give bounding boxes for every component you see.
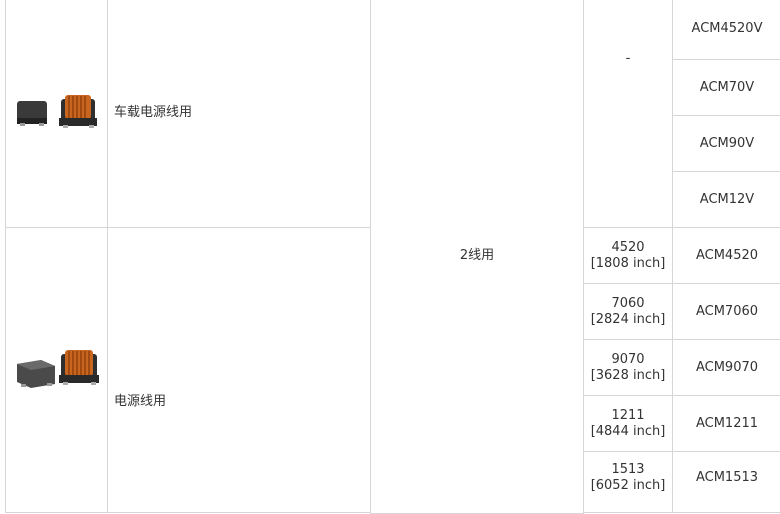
size-inch: [6052 inch] bbox=[590, 478, 666, 493]
size-inch: [2824 inch] bbox=[590, 311, 666, 327]
size-code: 1211 bbox=[611, 407, 645, 423]
size-cell: 1211 [4844 inch] bbox=[583, 395, 673, 452]
usage-label-automotive: 车载电源线用 bbox=[114, 105, 193, 120]
size-cell: 7060 [2824 inch] bbox=[583, 283, 673, 340]
line-count-label: 2线用 bbox=[459, 248, 495, 263]
model-cell: ACM1211 bbox=[672, 395, 780, 452]
usage-cell-row1: 车载电源线用 bbox=[107, 0, 371, 228]
size-inch: [1808 inch] bbox=[590, 255, 666, 271]
size-code: 4520 bbox=[611, 239, 645, 255]
common-mode-choke-power-image bbox=[11, 340, 103, 400]
size-code: 9070 bbox=[611, 351, 645, 367]
size-code: 7060 bbox=[611, 295, 645, 311]
model-cell: ACM4520 bbox=[672, 227, 780, 284]
line-count-cell: 2线用 bbox=[370, 0, 584, 514]
product-image-cell-row2 bbox=[5, 227, 108, 513]
model-label: ACM9070 bbox=[695, 359, 759, 375]
size-code: 1513 bbox=[611, 462, 645, 477]
size-cell: 9070 [3628 inch] bbox=[583, 339, 673, 396]
model-cell: ACM1513 bbox=[672, 451, 780, 513]
model-cell: ACM70V bbox=[672, 59, 780, 116]
product-image-cell-row1 bbox=[5, 0, 108, 228]
model-label: ACM12V bbox=[699, 191, 755, 207]
model-label: ACM70V bbox=[699, 79, 755, 95]
common-mode-choke-automotive-image bbox=[11, 83, 103, 143]
size-inch: [4844 inch] bbox=[590, 423, 666, 439]
size-inch: [3628 inch] bbox=[590, 367, 666, 383]
model-cell: ACM90V bbox=[672, 115, 780, 172]
model-label: ACM1513 bbox=[695, 470, 759, 485]
usage-cell-row2: 电源线用 bbox=[107, 227, 371, 513]
model-cell: ACM7060 bbox=[672, 283, 780, 340]
model-label: ACM7060 bbox=[695, 303, 759, 319]
model-label: ACM4520 bbox=[695, 247, 759, 263]
model-cell: ACM9070 bbox=[672, 339, 780, 396]
model-cell: ACM12V bbox=[672, 171, 780, 228]
usage-label-power: 电源线用 bbox=[114, 394, 167, 409]
size-cell-row1: - bbox=[583, 0, 673, 228]
model-label: ACM4520V bbox=[691, 21, 763, 36]
model-label: ACM1211 bbox=[695, 415, 759, 431]
size-dash: - bbox=[625, 51, 631, 66]
model-label: ACM90V bbox=[699, 135, 755, 151]
size-cell: 4520 [1808 inch] bbox=[583, 227, 673, 284]
model-cell: ACM4520V bbox=[672, 0, 780, 60]
size-cell: 1513 [6052 inch] bbox=[583, 451, 673, 513]
